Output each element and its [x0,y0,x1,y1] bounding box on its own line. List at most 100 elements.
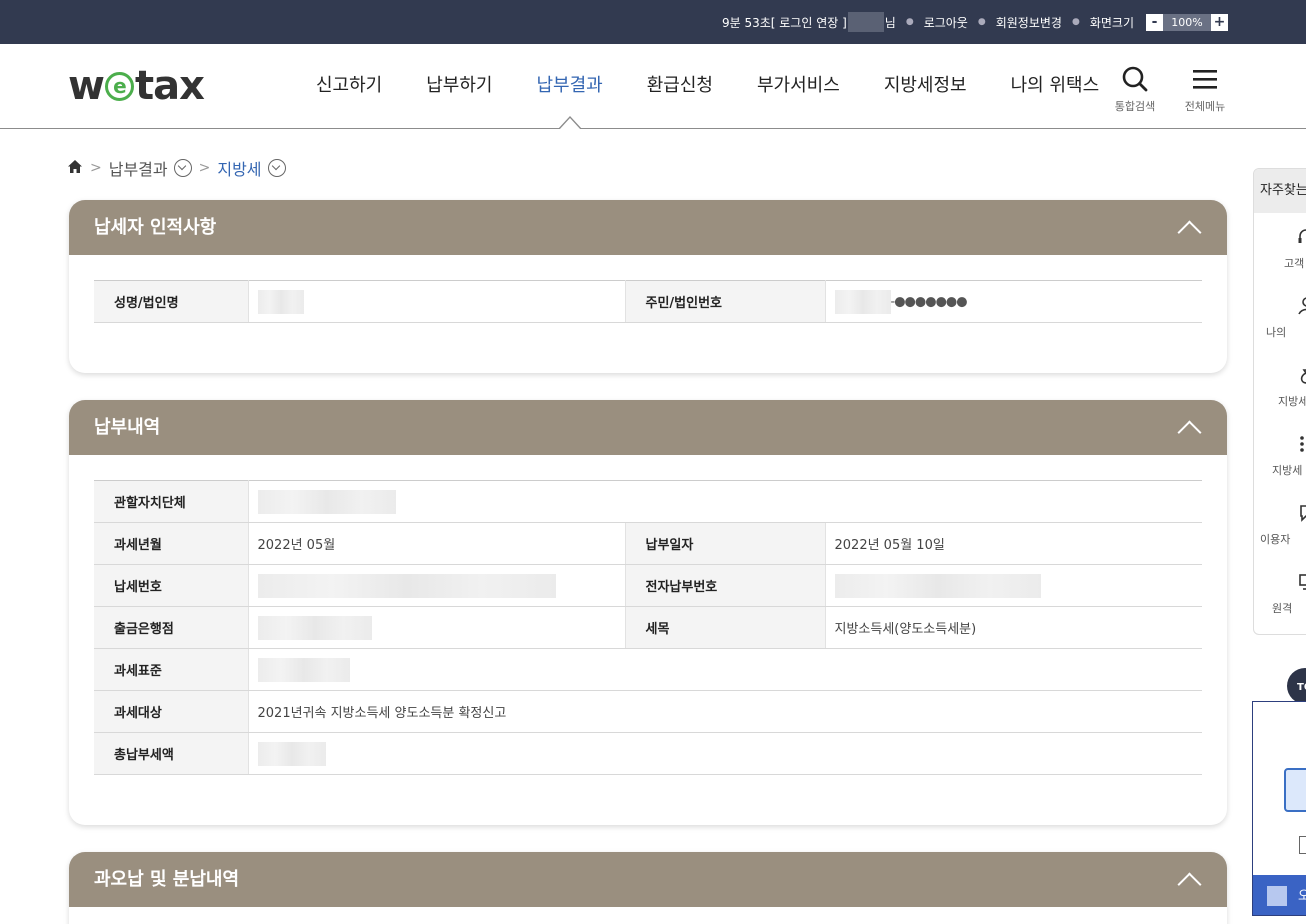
collapse-chevron-icon[interactable] [1177,416,1201,440]
hamburger-icon [1175,64,1235,94]
name-value [248,280,625,323]
quick-item-remote[interactable]: 원격 [1254,558,1306,627]
collapse-chevron-icon[interactable] [1177,216,1201,240]
floating-banner[interactable]: 오 [1252,701,1306,916]
panel-title: 과오납 및 분납내역 [94,869,240,890]
table-row: 관할자치단체 [94,480,1202,523]
edit-profile-link[interactable]: 회원정보변경 [996,14,1062,31]
all-menu-button[interactable]: 전체메뉴 [1175,64,1235,114]
payment-panel: 납부내역 관할자치단체 과세년월 2022년 05월 납부일자 2022년 05… [69,400,1227,825]
nav-item-my-wetax[interactable]: 나의 위택스 [989,44,1122,128]
nav-item-local-tax-info[interactable]: 지방세정보 [862,44,989,128]
quick-item-label: 고객 [1284,257,1305,270]
masked-value [257,615,372,640]
topbar-links: 9분 53초[ 로그인 연장 ] 님 ● 로그아웃 ● 회원정보변경 ● 화면크… [722,0,1228,44]
id-value: -●●●●●●● [825,280,1202,323]
bank-value [248,606,625,649]
breadcrumb: > 납부결과 > 지방세 [67,156,286,180]
pay-date-label: 납부일자 [624,522,826,565]
session-extend-link[interactable]: 9분 53초[ 로그인 연장 ] [722,14,847,31]
quick-item-user[interactable]: 이용자 [1254,489,1306,558]
banner-bar[interactable]: 오 [1253,875,1306,915]
tax-target-value: 2021년귀속 지방소득세 양도소득분 확정신고 [248,690,1202,733]
grid-icon [1298,434,1306,454]
user-icon [1298,296,1306,316]
tax-target-label: 과세대상 [94,690,249,733]
zoom-in-button[interactable]: + [1211,13,1228,31]
chevron-down-icon[interactable] [267,159,286,177]
chat-icon [1298,503,1306,523]
quick-item-label: 나의 [1266,326,1287,339]
zoom-value: 100% [1163,13,1211,31]
nav-item-pay-result[interactable]: 납부결과 [515,44,625,130]
zoom-control: - 100% + [1146,13,1228,31]
bank-label: 출금은행점 [94,606,249,649]
top-utility-bar: 9분 53초[ 로그인 연장 ] 님 ● 로그아웃 ● 회원정보변경 ● 화면크… [0,0,1306,44]
search-label: 통합검색 [1114,100,1156,113]
table-row: 과세년월 2022년 05월 납부일자 2022년 05월 10일 [94,522,1202,565]
nav-item-refund[interactable]: 환급신청 [625,44,735,128]
authority-value [248,480,1202,523]
logout-link[interactable]: 로그아웃 [924,14,968,31]
tax-item-value: 지방소득세(양도소득세분) [825,606,1202,649]
table-row: 성명/법인명 주민/법인번호 -●●●●●●● [94,280,1202,323]
payment-table: 관할자치단체 과세년월 2022년 05월 납부일자 2022년 05월 10일… [94,480,1202,775]
tax-period-value: 2022년 05월 [248,522,625,565]
masked-value [257,741,326,766]
search-button[interactable]: 통합검색 [1105,64,1165,114]
nav-item-extra-services[interactable]: 부가서비스 [735,44,862,128]
refund-installment-panel: 과오납 및 분납내역 [69,852,1227,924]
table-row: 납세번호 전자납부번호 [94,564,1202,607]
panel-title: 납세자 인적사항 [94,217,217,238]
collapse-chevron-icon[interactable] [1177,868,1201,892]
breadcrumb-separator: > [90,160,102,176]
table-row: 과세표준 [94,648,1202,691]
tax-period-label: 과세년월 [94,522,249,565]
breadcrumb-level1[interactable]: 납부결과 [109,156,168,180]
quick-item-label: 이용자 [1260,533,1291,546]
tax-base-value [248,648,1202,691]
masked-value [834,573,1041,598]
table-row: 과세대상 2021년귀속 지방소득세 양도소득분 확정신고 [94,690,1202,733]
masked-value [257,289,304,314]
epay-number-label: 전자납부번호 [624,564,826,607]
logo-e-mark: e [104,71,134,101]
main-header: w e tax 신고하기 납부하기 납부결과 환급신청 부가서비스 지방세정보 나의… [0,44,1306,130]
banner-bar-text: 오 [1298,885,1306,904]
zoom-out-button[interactable]: - [1146,13,1163,31]
monitor-icon [1298,572,1306,592]
tax-number-label: 납세번호 [94,564,249,607]
tax-number-value [248,564,625,607]
money-bag-icon [1298,365,1306,385]
breadcrumb-level2[interactable]: 지방세 [217,156,261,180]
taxpayer-panel: 납세자 인적사항 성명/법인명 주민/법인번호 -●●●●●●● [69,200,1227,373]
authority-label: 관할자치단체 [94,480,249,523]
quick-item-label: 원격 [1272,602,1293,615]
quick-item-customer[interactable]: 고객 [1254,213,1306,282]
masked-value [257,489,396,514]
quick-item-local-tax[interactable]: 지방세 [1254,351,1306,420]
table-row: 출금은행점 세목 지방소득세(양도소득세분) [94,606,1202,649]
taxpayer-table: 성명/법인명 주민/법인번호 -●●●●●●● [94,280,1202,323]
separator-dot: ● [1071,17,1080,27]
home-icon[interactable] [67,159,83,178]
breadcrumb-separator: > [198,160,211,176]
nav-item-pay[interactable]: 납부하기 [404,44,514,128]
quick-item-label: 지방세 [1278,395,1306,408]
headset-icon [1298,227,1306,247]
checkbox[interactable] [1299,836,1306,854]
nav-item-report[interactable]: 신고하기 [294,44,404,128]
wetax-logo[interactable]: w e tax [68,63,205,109]
separator-dot: ● [905,17,914,27]
panel-header: 납부내역 [69,400,1227,455]
screen-size-label: 화면크기 [1089,15,1134,30]
quick-item-my[interactable]: 나의 [1254,282,1306,351]
user-suffix: 님 [884,15,896,30]
quick-item-label: 지방세 [1272,464,1303,477]
quick-item-local-tax-2[interactable]: 지방세 [1254,420,1306,489]
laptop-icon [1284,768,1306,812]
panel-header: 납세자 인적사항 [69,200,1227,255]
scroll-top-button[interactable]: TO [1287,668,1306,704]
search-icon [1105,64,1165,94]
chevron-down-icon[interactable] [173,159,192,177]
